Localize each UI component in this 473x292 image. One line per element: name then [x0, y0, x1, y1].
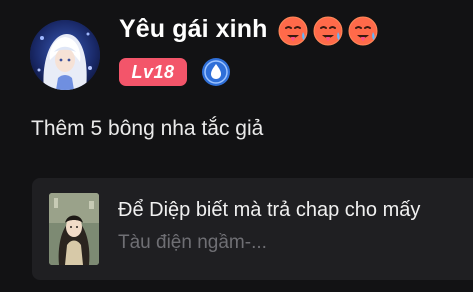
username[interactable]: Yêu gái xinh	[119, 15, 267, 44]
chapter-title: Để Diệp biết mà trả chap cho mấy	[118, 199, 421, 221]
blue-badge-icon	[202, 58, 230, 86]
linked-chapter-card[interactable]: Để Diệp biết mà trả chap cho mấy Tàu điệ…	[32, 178, 473, 280]
username-emojis	[277, 15, 379, 47]
anime-character-avatar-image	[30, 20, 100, 90]
chapter-subtitle: Tàu điện ngầm-...	[118, 232, 267, 253]
hot-face-emoji-icon	[313, 16, 343, 46]
chapter-thumbnail	[49, 193, 99, 265]
comment-text: Thêm 5 bông nha tắc giả	[31, 117, 264, 140]
comment-screen: Yêu gái xinh Lv18 Thêm 5 bông nha tắc gi…	[0, 0, 473, 292]
hot-face-emoji-icon	[278, 16, 308, 46]
hot-face-emoji-icon	[348, 16, 378, 46]
user-avatar[interactable]	[30, 20, 100, 90]
level-badge: Lv18	[119, 58, 187, 86]
manga-cover-image	[49, 193, 99, 265]
